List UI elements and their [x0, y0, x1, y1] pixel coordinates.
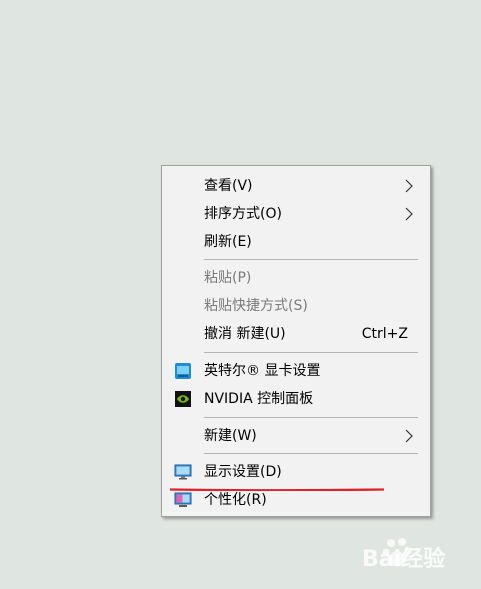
menu-item-label: 新建(W)	[204, 428, 257, 444]
menu-item-undo-new[interactable]: 撤消 新建(U) Ctrl+Z	[162, 320, 430, 348]
menu-item-label: 撤消 新建(U)	[204, 326, 286, 342]
menu-item-shortcut: Ctrl+Z	[361, 326, 408, 342]
menu-item-new[interactable]: 新建(W)	[162, 422, 430, 450]
menu-item-label: 查看(V)	[204, 178, 253, 194]
menu-item-label: 粘贴(P)	[204, 270, 252, 286]
menu-item-paste: 粘贴(P)	[162, 264, 430, 292]
menu-separator	[204, 417, 418, 418]
menu-item-display-settings[interactable]: 显示设置(D)	[162, 458, 430, 486]
menu-item-label: 粘贴快捷方式(S)	[204, 298, 308, 314]
menu-separator	[204, 259, 418, 260]
context-menu: 查看(V) 排序方式(O) 刷新(E) 粘贴(P) 粘贴快捷方式(S) 撤消 新…	[161, 165, 431, 517]
menu-item-refresh[interactable]: 刷新(E)	[162, 228, 430, 256]
menu-item-intel-graphics[interactable]: 英特尔® 显卡设置	[162, 357, 430, 385]
menu-separator	[204, 352, 418, 353]
menu-item-nvidia-control-panel[interactable]: NVIDIA 控制面板	[162, 385, 430, 413]
baidu-watermark: Bai经验	[362, 533, 474, 577]
menu-item-label: 刷新(E)	[204, 234, 252, 250]
chevron-right-icon	[405, 207, 413, 221]
menu-item-label: 排序方式(O)	[204, 206, 282, 222]
menu-item-label: NVIDIA 控制面板	[204, 391, 314, 407]
display-settings-icon	[174, 464, 192, 480]
menu-item-view[interactable]: 查看(V)	[162, 172, 430, 200]
menu-item-label: 英特尔® 显卡设置	[204, 363, 321, 379]
menu-item-paste-shortcut: 粘贴快捷方式(S)	[162, 292, 430, 320]
chevron-right-icon	[405, 429, 413, 443]
watermark-text: Bai经验	[362, 547, 446, 572]
menu-item-label: 显示设置(D)	[204, 464, 282, 480]
personalize-icon	[174, 492, 192, 507]
chevron-right-icon	[405, 179, 413, 193]
red-underline-annotation	[170, 488, 384, 491]
intel-graphics-icon	[175, 363, 191, 379]
menu-item-sort-by[interactable]: 排序方式(O)	[162, 200, 430, 228]
nvidia-icon	[175, 391, 191, 407]
menu-separator	[204, 453, 418, 454]
